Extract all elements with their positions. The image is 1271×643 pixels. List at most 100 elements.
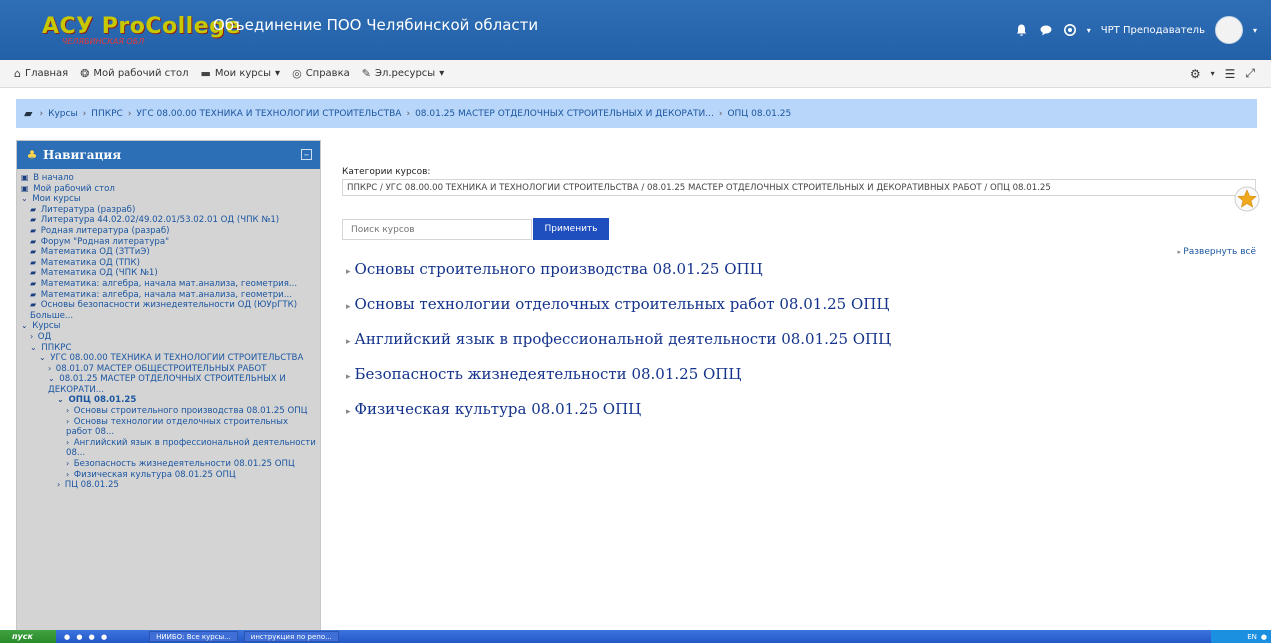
breadcrumb-item[interactable]: УГС 08.00.00 ТЕХНИКА И ТЕХНОЛОГИИ СТРОИТ… [136,109,401,119]
caret-right-icon[interactable]: ▸ [346,337,351,347]
nav-tree-item[interactable]: Больше... [21,311,316,322]
star-icon[interactable] [1234,186,1260,216]
nav-tree-item[interactable]: ▰ Математика ОД (ЧПК №1) [21,268,316,279]
graduation-cap-icon: ▰ [30,300,39,310]
breadcrumb-item[interactable]: ОПЦ 08.01.25 [727,109,791,119]
nav-tree-item[interactable]: ▣ В начало [21,173,316,184]
taskbar-window-button[interactable]: инструкция по репо... [243,631,339,642]
nav-tree-item[interactable]: ▰ Математика: алгебра, начала мат.анализ… [21,279,316,290]
apply-button[interactable]: Применить [533,218,609,240]
caret-right-icon[interactable]: ▸ [346,302,351,312]
chevron-down-icon: ⌄ [21,321,31,331]
expand-all-link[interactable]: ▸ Развернуть всё [1178,247,1256,257]
course-item[interactable]: ▸ Основы строительного производства 08.01… [346,260,763,278]
nav-tree-item[interactable]: ⌄ ОПЦ 08.01.25 [21,395,316,406]
nav-tree-item[interactable]: ⌄ Курсы [21,321,316,332]
list-view-icon[interactable]: ☰ [1225,67,1236,81]
nav-eresources[interactable]: ✎ Эл.ресурсы ▾ [362,67,444,80]
site-logo[interactable]: АСУ ProCollege [42,14,241,39]
nav-tree-item[interactable]: › Английский язык в профессиональной дея… [21,438,316,459]
nav-tree-item[interactable]: ▰ Форум "Родная литература" [21,237,316,248]
nav-tree-item[interactable]: ▰ Математика: алгебра, начала мат.анализ… [21,290,316,301]
graduation-cap-icon: ▰ [30,204,39,214]
course-title[interactable]: Физическая культура 08.01.25 ОПЦ [355,400,642,418]
nav-tree-item[interactable]: ▰ Математика ОД (ТПК) [21,258,316,269]
folder-icon[interactable]: ▰ [24,107,32,120]
breadcrumb-item[interactable]: ППКРС [91,109,123,119]
nav-tree-item[interactable]: ▣ Мой рабочий стол [21,184,316,195]
user-name[interactable]: ЧРТ Преподаватель [1101,25,1205,36]
site-logo-subtitle: ЧЕЛЯБИНСКАЯ ОБЛ [62,37,145,46]
course-search-input[interactable] [342,219,532,240]
nav-tree-item[interactable]: ⌄ УГС 08.00.00 ТЕХНИКА И ТЕХНОЛОГИИ СТРО… [21,353,316,364]
nav-tree-item[interactable]: › ПЦ 08.01.25 [21,480,316,491]
nav-tree-item-label: Форум "Родная литература" [40,236,170,247]
nav-tree-item-label: В начало [33,173,74,183]
caret-right-icon[interactable]: ▸ [346,407,351,417]
language-indicator[interactable]: EN [1247,633,1257,641]
nav-help[interactable]: ◎ Справка [292,67,350,80]
nav-tree-item-label: Математика: алгебра, начала мат.анализа,… [40,289,292,300]
main-content: Категории курсов: ППКРС / УГС 08.00.00 Т… [341,160,1256,560]
navigation-tree: ▣ В начало ▣ Мой рабочий стол ⌄ Мои курсы ▰… [17,169,320,495]
caret-right-icon[interactable]: ▸ [346,372,351,382]
course-item[interactable]: ▸ Безопасность жизнедеятельности 08.01.25… [346,365,741,383]
caret-right-icon[interactable]: ▸ [346,267,351,277]
sitemap-icon: ♣ [26,148,38,162]
lifebuoy-icon: ◎ [292,67,302,80]
chevron-down-icon[interactable]: ▾ [1211,69,1215,78]
course-title[interactable]: Безопасность жизнедеятельности 08.01.25 … [355,365,742,383]
nav-tree-item[interactable]: ⌄ 08.01.25 МАСТЕР ОТДЕЛОЧНЫХ СТРОИТЕЛЬНЫ… [21,374,316,395]
chevron-down-icon: ⌄ [57,395,67,405]
nav-home-label: Главная [24,68,69,79]
breadcrumb-item[interactable]: Курсы [48,109,77,119]
tray-icon[interactable]: ● [1261,633,1267,641]
category-select[interactable]: ППКРС / УГС 08.00.00 ТЕХНИКА И ТЕХНОЛОГИ… [342,179,1256,196]
expand-icon[interactable]: ⤢ [1245,66,1255,81]
chevron-right-icon: › [57,480,63,490]
breadcrumb-separator: › [406,108,411,119]
navigation-block-header: ♣ Навигация − [17,141,320,169]
chevron-down-icon[interactable]: ▾ [1087,26,1091,35]
nav-tree-item[interactable]: › Основы строительного производства 08.0… [21,406,316,417]
nav-tree-item[interactable]: › ОД [21,332,316,343]
nav-tree-item[interactable]: ▰ Родная литература (разраб) [21,226,316,237]
gear-icon[interactable]: ⚙ [1190,67,1201,81]
taskbar-window-button[interactable]: НИИБО: Все курсы... [149,631,238,642]
nav-tree-item-label: Основы безопасности жизнедеятельности ОД… [40,300,298,311]
nav-my-courses[interactable]: ▬ Мои курсы ▾ [201,67,281,80]
nav-tree-item[interactable]: › Безопасность жизнедеятельности 08.01.2… [21,459,316,470]
breadcrumb-item[interactable]: 08.01.25 МАСТЕР ОТДЕЛОЧНЫХ СТРОИТЕЛЬНЫХ … [415,109,714,119]
nav-tree-item[interactable]: ⌄ ППКРС [21,343,316,354]
nav-tree-item-label: Мои курсы [32,194,81,205]
start-button[interactable]: пуск [0,630,56,643]
nav-dashboard[interactable]: ❂ Мой рабочий стол [80,67,188,80]
course-title[interactable]: Основы технологии отделочных строительны… [355,295,890,313]
nav-tree-item[interactable]: ▰ Литература 44.02.02/49.02.01/53.02.01 … [21,215,316,226]
nav-tree-item[interactable]: ▰ Литература (разраб) [21,205,316,216]
quick-launch-icons[interactable]: ● ● ● ● [64,633,109,641]
nav-tree-item[interactable]: › Основы технологии отделочных строитель… [21,417,316,438]
chat-bubble-icon[interactable] [1039,23,1053,37]
nav-tree-item[interactable]: ▰ Основы безопасности жизнедеятельности … [21,300,316,311]
graduation-cap-icon: ▰ [30,289,39,299]
nav-tree-item-label: Математика: алгебра, начала мат.анализа,… [40,278,298,289]
course-item[interactable]: ▸ Английский язык в профессиональной деят… [346,330,891,348]
avatar[interactable] [1214,16,1243,44]
nav-home[interactable]: ⌂ Главная [14,67,68,80]
nav-tree-item[interactable]: ⌄ Мои курсы [21,194,316,205]
nav-tree-item-label: УГС 08.00.00 ТЕХНИКА И ТЕХНОЛОГИИ СТРОИТ… [50,353,304,364]
nav-tree-item[interactable]: › 08.01.07 МАСТЕР ОБЩЕСТРОИТЕЛЬНЫХ РАБОТ [21,364,316,375]
nav-tree-item[interactable]: › Физическая культура 08.01.25 ОПЦ [21,470,316,481]
nav-tree-item[interactable]: ▰ Математика ОД (ЗТТиЭ) [21,247,316,258]
course-item[interactable]: ▸ Основы технологии отделочных строительн… [346,295,889,313]
breadcrumb-separator: › [82,108,87,119]
user-menu-chevron-icon[interactable]: ▾ [1253,26,1257,35]
site-title[interactable]: Объединение ПОО Челябинской области [213,16,538,34]
course-title[interactable]: Основы строительного производства 08.01.… [355,260,763,278]
bell-icon[interactable] [1015,23,1029,37]
globe-icon[interactable] [1063,23,1077,37]
collapse-block-icon[interactable]: − [301,149,312,160]
course-item[interactable]: ▸ Физическая культура 08.01.25 ОПЦ [346,400,641,418]
course-title[interactable]: Английский язык в профессиональной деяте… [355,330,892,348]
